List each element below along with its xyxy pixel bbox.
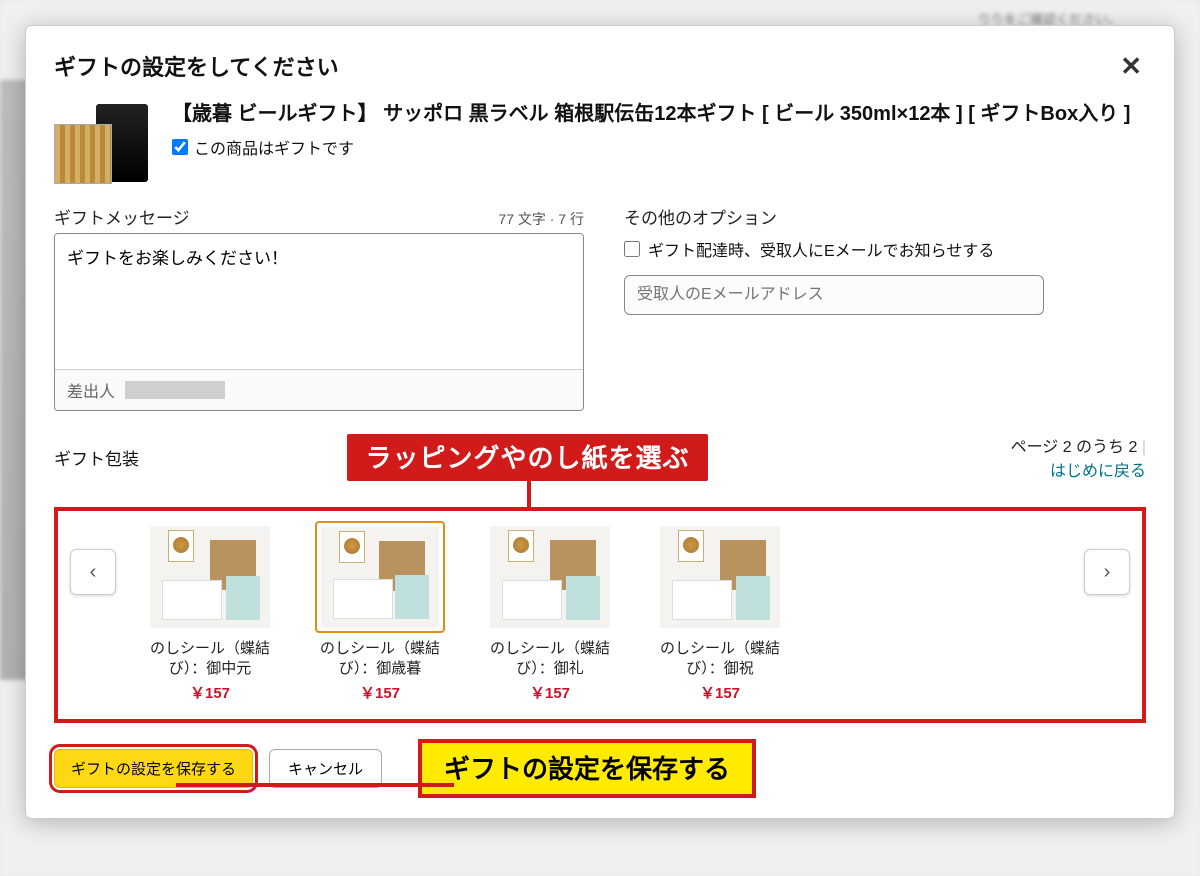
product-image (54, 100, 154, 192)
gift-message-textarea[interactable] (55, 234, 583, 364)
product-row: 【歳暮 ビールギフト】 サッポロ 黒ラベル 箱根駅伝缶12本ギフト [ ビール … (54, 100, 1146, 192)
notify-checkbox[interactable] (624, 241, 640, 257)
annotation-save-line (176, 783, 454, 787)
annotation-save: ギフトの設定を保存する (418, 739, 756, 798)
wrapping-option-price: ￥157 (134, 682, 286, 703)
sender-name-redacted (125, 381, 225, 399)
wrapping-carousel: ‹ のしシール（蝶結び）：御中元 ￥157 のしシール（蝶結び）：御歳暮 ￥15… (54, 507, 1146, 723)
gift-settings-modal: ギフトの設定をしてください ✕ 【歳暮 ビールギフト】 サッポロ 黒ラベル 箱根… (25, 25, 1175, 819)
message-box: 差出人 (54, 233, 584, 411)
gift-checkbox[interactable] (172, 139, 188, 155)
sender-label: 差出人 (67, 378, 115, 402)
recipient-email-input[interactable] (624, 275, 1044, 315)
wrapping-option-1[interactable]: のしシール（蝶結び）：御歳暮 ￥157 (304, 521, 456, 703)
wrapping-option-label: のしシール（蝶結び）：御歳暮 (304, 639, 456, 680)
product-title: 【歳暮 ビールギフト】 サッポロ 黒ラベル 箱根駅伝缶12本ギフト [ ビール … (172, 100, 1146, 129)
wrapping-option-price: ￥157 (644, 682, 796, 703)
wrapping-option-0[interactable]: のしシール（蝶結び）：御中元 ￥157 (134, 521, 286, 703)
annotation-select-wrapping: ラッピングやのし紙を選ぶ (347, 434, 707, 481)
carousel-next-button[interactable]: › (1084, 549, 1130, 595)
wrapping-option-2[interactable]: のしシール（蝶結び）：御礼 ￥157 (474, 521, 626, 703)
char-count: 77 文字 · 7 行 (498, 209, 584, 229)
notify-label: ギフト配達時、受取人にEメールでお知らせする (648, 237, 994, 261)
close-button[interactable]: ✕ (1116, 51, 1146, 82)
gift-checkbox-row[interactable]: この商品はギフトです (172, 135, 1146, 159)
wrapping-option-label: のしシール（蝶結び）：御中元 (134, 639, 286, 680)
wrapping-option-label: のしシール（蝶結び）：御祝 (644, 639, 796, 680)
wrapping-option-3[interactable]: のしシール（蝶結び）：御祝 ￥157 (644, 521, 796, 703)
message-section-label: ギフトメッセージ (54, 204, 190, 229)
options-section-label: その他のオプション (624, 204, 777, 229)
carousel-prev-button[interactable]: ‹ (70, 549, 116, 595)
gift-checkbox-label: この商品はギフトです (194, 135, 354, 159)
wrapping-section-label: ギフト包装 (54, 445, 139, 470)
wrapping-option-price: ￥157 (304, 682, 456, 703)
wrapping-option-label: のしシール（蝶結び）：御礼 (474, 639, 626, 680)
notify-checkbox-row[interactable]: ギフト配達時、受取人にEメールでお知らせする (624, 237, 1146, 261)
pager-text: ページ 2 のうち 2 (1011, 439, 1142, 456)
modal-title: ギフトの設定をしてください (54, 50, 339, 82)
pager-reset-link[interactable]: はじめに戻る (1050, 457, 1146, 481)
wrapping-option-price: ￥157 (474, 682, 626, 703)
